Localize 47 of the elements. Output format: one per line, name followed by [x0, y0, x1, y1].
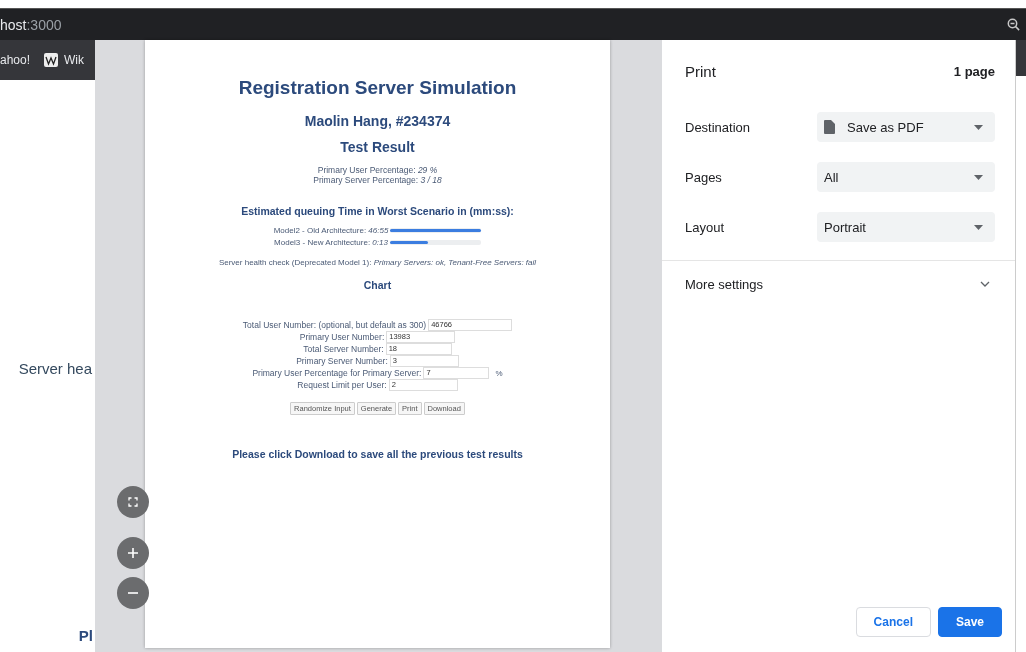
- address-text[interactable]: host:3000: [0, 16, 62, 33]
- caret-icon: [974, 124, 983, 130]
- fit-page-button[interactable]: [117, 486, 149, 518]
- zoom-out-button[interactable]: [117, 577, 149, 609]
- dropdown[interactable]: All: [817, 162, 995, 192]
- field-label: Total User Number: (optional, but default as 300): [242, 320, 427, 330]
- dropdown[interactable]: Portrait: [817, 212, 995, 242]
- dropdown[interactable]: Save as PDF: [817, 112, 995, 142]
- wikipedia-icon: [44, 53, 59, 67]
- bookmark-link[interactable]: ahoo!: [0, 53, 31, 67]
- section-heading: Test Result: [340, 139, 415, 155]
- author-heading: Maolin Hang, #234374: [304, 113, 451, 129]
- section-heading: Estimated queuing Time in Worst Scenario in (mm:ss):: [241, 205, 514, 217]
- save-button[interactable]: Save: [937, 607, 1002, 637]
- field-label: Request Limit per User:: [297, 380, 387, 390]
- model-text: Model2 - Old Architecture: 46:55: [273, 225, 389, 236]
- setting-label: Destination: [685, 119, 751, 135]
- stat-text: Primary User Percentage: 29 %: [317, 165, 438, 175]
- page-count: 1 page: [953, 63, 995, 79]
- zoom-in-button[interactable]: [117, 537, 149, 569]
- fit-icon: [128, 497, 138, 507]
- bookmark-link[interactable]: Wik: [64, 53, 85, 67]
- setting-label: Layout: [685, 219, 725, 235]
- cancel-button[interactable]: Cancel: [855, 607, 931, 637]
- caret-icon: [974, 224, 983, 230]
- model-text: Model3 - New Architecture: 0:13: [274, 237, 388, 248]
- more-settings-toggle[interactable]: More settings: [662, 260, 1015, 307]
- zoom-out-icon[interactable]: [1007, 18, 1020, 31]
- field-label: Total Server Number:: [303, 344, 384, 354]
- section-heading: Chart: [363, 279, 392, 291]
- field-label: Primary Server Number:: [296, 356, 388, 366]
- caret-icon: [974, 174, 983, 180]
- page-text: Server hea: [18, 360, 92, 377]
- field-label: Primary User Number:: [299, 332, 385, 342]
- field-label: Primary User Percentage for Primary Server:: [252, 368, 422, 378]
- page-title: Registration Server Simulation: [238, 77, 517, 99]
- unit-text: %: [495, 368, 503, 378]
- document-icon: [824, 120, 835, 134]
- plus-icon: [127, 547, 139, 559]
- stat-text: Primary Server Percentage: 3 / 18: [313, 175, 442, 185]
- setting-label: Pages: [685, 169, 722, 185]
- footer-text: Please click Download to save all the previous test results: [232, 448, 523, 460]
- chevron-icon: [980, 281, 990, 287]
- page-heading: Pl: [78, 627, 93, 644]
- health-text: Server health check (Deprecated Model 1): Primary Servers: ok, Tenant-Free Servers: fail: [218, 258, 537, 267]
- bookmarks-bar: [1016, 40, 1026, 76]
- dialog-title: Print: [685, 62, 716, 80]
